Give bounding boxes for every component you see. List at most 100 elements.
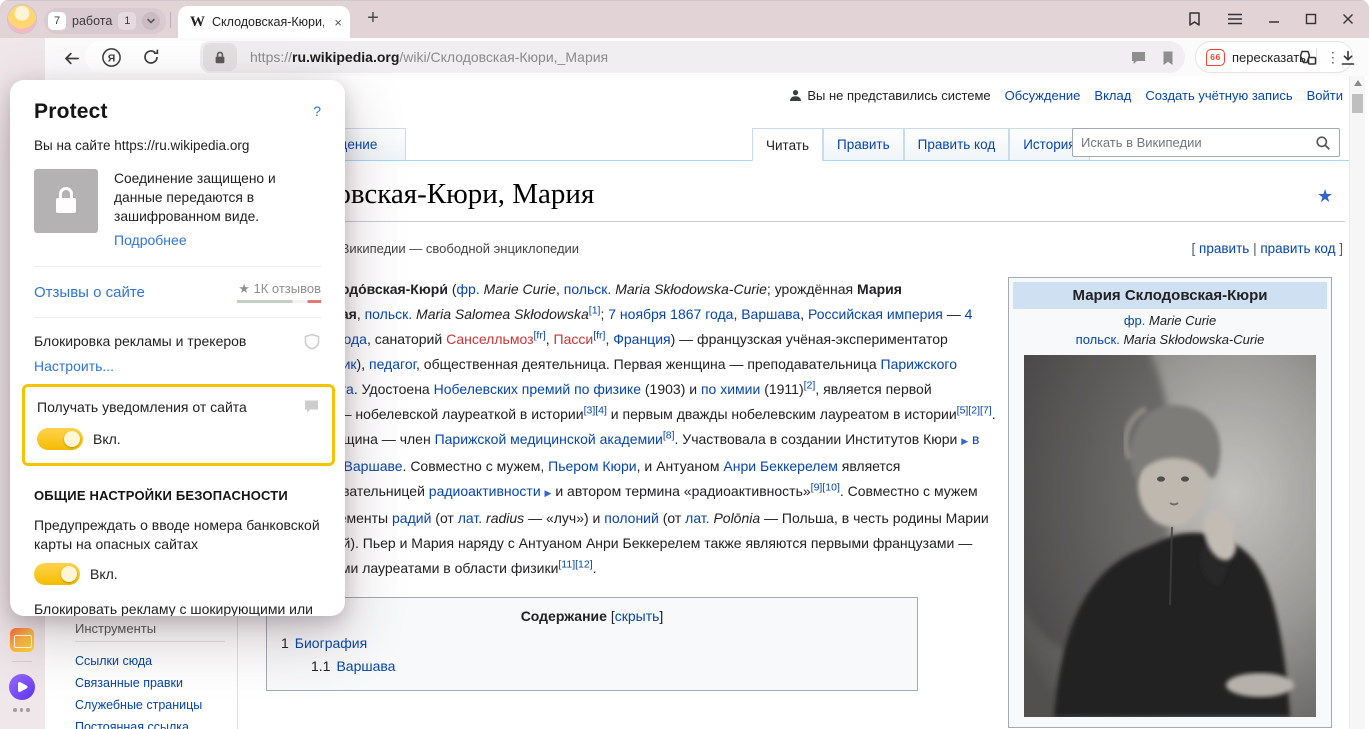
card-warning-state: Вкл.: [90, 566, 118, 582]
infobox: Мария Склодовская-Кюри фр. Marie Curie п…: [1008, 277, 1332, 728]
download-icon: [1339, 49, 1357, 67]
toc-title: Содержание [скрыть]: [267, 608, 917, 624]
close-button[interactable]: [1332, 0, 1364, 38]
scrollbar-thumb[interactable]: [1352, 94, 1363, 113]
star-icon: ★: [238, 281, 250, 296]
watch-star-icon[interactable]: ★: [1317, 186, 1333, 207]
infobox-name-fr: фр. Marie Curie: [1013, 313, 1327, 328]
active-browser-tab[interactable]: W Склодовская-Кюри, Ма ×: [178, 6, 350, 38]
sidebar-link-whatlinkshere[interactable]: Ссылки сюда: [75, 650, 225, 672]
more-icon[interactable]: [13, 708, 30, 712]
tab-group-label: работа: [72, 14, 112, 28]
browser-window: Вы не представились системе Обсуждение В…: [0, 0, 1369, 729]
yandex-button[interactable]: Я: [100, 46, 122, 68]
bookmark-icon: [1161, 50, 1175, 66]
wikipedia-favicon: W: [190, 14, 205, 31]
protect-help-link[interactable]: ?: [313, 103, 321, 119]
notifications-highlight-box: Получать уведомления от сайта Вкл.: [22, 384, 335, 466]
notifications-toggle[interactable]: [37, 428, 83, 450]
new-tab-button[interactable]: +: [360, 6, 386, 32]
yandex-mail-icon[interactable]: [10, 628, 34, 652]
wiki-search-box[interactable]: [1072, 128, 1340, 157]
wiki-tab-edit-source[interactable]: Править код: [904, 128, 1010, 160]
browser-menu-button[interactable]: [1219, 0, 1251, 38]
chat-bubble-icon: [303, 398, 320, 414]
chevron-down-icon[interactable]: [142, 12, 160, 30]
yandex-logo-icon: Я: [101, 47, 122, 68]
strip-divider: [12, 661, 32, 662]
sidebar-link-specialpages[interactable]: Служебные страницы: [75, 694, 225, 716]
refresh-icon: [141, 47, 161, 67]
wiki-link-create-account[interactable]: Создать учётную запись: [1145, 88, 1292, 103]
tab-title: Склодовская-Кюри, Ма: [212, 15, 324, 29]
connection-text: Соединение защищено и данные передаются …: [114, 169, 321, 226]
profile-avatar[interactable]: [8, 5, 36, 33]
comment-icon: [1130, 50, 1147, 66]
adblock-label: Блокировка рекламы и трекеров: [34, 332, 274, 351]
site-security-button[interactable]: [203, 43, 237, 71]
extensions-icon: [1298, 48, 1318, 68]
article-column: Мари́я Склодо́вская-Кюри́ (фр. Marie Cur…: [266, 277, 996, 691]
toc-item-biography[interactable]: 1Биография: [267, 632, 917, 655]
protect-title: Protect: [34, 100, 108, 124]
wiki-tab-edit[interactable]: Править: [823, 128, 904, 160]
page-title: Склодовская-Кюри, Мария: [260, 178, 1345, 222]
panels-icon: [1185, 10, 1203, 28]
infobox-title: Мария Склодовская-Кюри: [1013, 282, 1327, 309]
refresh-button[interactable]: [140, 46, 162, 68]
lock-icon: [213, 50, 227, 65]
sidebar-link-relatedchanges[interactable]: Связанные правки: [75, 672, 225, 694]
table-of-contents: Содержание [скрыть] 1Биография 1.1Варшав…: [266, 597, 918, 691]
side-panels-button[interactable]: [1178, 0, 1210, 38]
site-reviews-link[interactable]: Отзывы о сайте: [34, 284, 145, 301]
url-text[interactable]: https://ru.wikipedia.org/wiki/Склодовска…: [250, 38, 608, 76]
maximize-button[interactable]: [1295, 0, 1327, 38]
tab-close-icon[interactable]: ×: [334, 15, 342, 30]
shock-ads-label: Блокировать рекламу с шокирующими или не…: [34, 600, 326, 616]
sidebar-heading-tools: Инструменты: [75, 621, 225, 642]
wiki-link-contributions[interactable]: Вклад: [1094, 88, 1131, 103]
scroll-up-arrow-icon[interactable]: [1354, 80, 1362, 86]
edit-source-link[interactable]: править код: [1260, 241, 1335, 256]
lock-icon: [51, 184, 81, 218]
minimize-button[interactable]: [1258, 0, 1290, 38]
back-button[interactable]: [60, 47, 82, 69]
downloads-button[interactable]: [1337, 47, 1359, 69]
wiki-tab-read[interactable]: Читать: [752, 128, 823, 161]
edit-link[interactable]: править: [1199, 241, 1249, 256]
protect-site-line: Вы на сайте https://ru.wikipedia.org: [34, 138, 321, 153]
wiki-search-input[interactable]: [1081, 135, 1315, 150]
toc-item-warsaw[interactable]: 1.1Варшава: [267, 655, 917, 678]
protect-popup: Protect ? Вы на сайте https://ru.wikiped…: [10, 80, 345, 616]
back-arrow-icon: [62, 49, 81, 68]
reviews-count: ★ 1К отзывов: [237, 281, 321, 303]
alice-assistant-icon[interactable]: [9, 674, 35, 700]
tab-group-badge: 1: [118, 12, 136, 30]
extensions-button[interactable]: [1297, 47, 1319, 69]
tab-group[interactable]: 7 работа 1: [44, 8, 166, 34]
lead-paragraph: Мари́я Склодо́вская-Кюри́ (фр. Marie Cur…: [266, 277, 996, 581]
card-warning-toggle[interactable]: [34, 563, 80, 585]
card-warning-label: Предупреждать о вводе номера банковской …: [34, 516, 326, 554]
retell-button[interactable]: 66 пересказать ⋮: [1195, 41, 1353, 73]
portrait-photo[interactable]: [1024, 355, 1316, 717]
sidebar-link-permalink[interactable]: Постоянная ссылка: [75, 716, 225, 729]
section-edit-links: [ править | править код ]: [1192, 241, 1343, 256]
details-link[interactable]: Подробнее: [114, 232, 321, 248]
wiki-link-login[interactable]: Войти: [1307, 88, 1343, 103]
shield-icon: [303, 333, 321, 351]
svg-text:Я: Я: [107, 52, 115, 64]
maximize-icon: [1305, 13, 1317, 25]
search-icon[interactable]: [1315, 135, 1331, 151]
bookmark-button[interactable]: [1157, 47, 1179, 69]
wiki-view-tabs: Читать Править Править код История: [752, 76, 1090, 161]
connection-lock-tile: [34, 169, 98, 233]
configure-link[interactable]: Настроить...: [34, 358, 321, 374]
page-scrollbar[interactable]: [1349, 76, 1365, 729]
notifications-label: Получать уведомления от сайта: [37, 398, 247, 417]
comments-button[interactable]: [1127, 47, 1149, 69]
minimize-icon: [1268, 13, 1280, 25]
notifications-state: Вкл.: [93, 431, 121, 447]
close-icon: [1342, 13, 1354, 25]
toc-hide-link[interactable]: скрыть: [615, 608, 660, 624]
